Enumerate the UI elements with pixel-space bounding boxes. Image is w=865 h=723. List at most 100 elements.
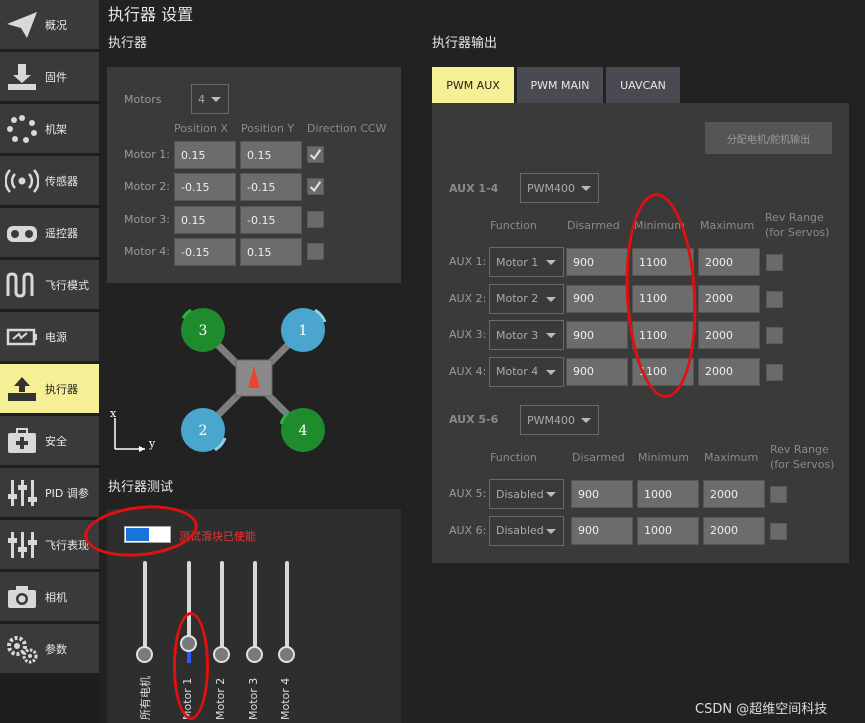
rev-range-checkbox[interactable]	[766, 254, 783, 271]
tab-pwm-aux[interactable]: PWM AUX	[432, 67, 514, 103]
nav-item-parameters[interactable]: 参数	[0, 624, 99, 673]
rev-range-checkbox[interactable]	[766, 363, 783, 381]
motor-2-x-input[interactable]: -0.15	[174, 173, 236, 201]
axis-y-label: y	[148, 437, 156, 450]
chevron-down-icon	[546, 296, 556, 302]
rev-range-checkbox[interactable]	[770, 522, 787, 540]
motor-2-slider-knob[interactable]	[213, 646, 230, 663]
motor-1-ccw-checkbox[interactable]	[307, 146, 324, 163]
motor-3-slider-knob[interactable]	[246, 646, 263, 663]
rev-range-checkbox[interactable]	[770, 486, 787, 503]
nav-item-flight-modes[interactable]: 飞行模式	[0, 260, 99, 309]
col-minimum: Minimum	[638, 451, 689, 464]
rev-range-checkbox[interactable]	[766, 290, 783, 308]
disarmed-input[interactable]: 900	[566, 321, 628, 349]
motor-row-label: Motor 4:	[124, 245, 170, 258]
motor-1-y-input[interactable]: 0.15	[240, 141, 302, 169]
rev-range-checkbox[interactable]	[766, 327, 783, 344]
maximum-input[interactable]: 2000	[698, 357, 760, 386]
aux-1-4-protocol-select[interactable]: PWM400	[520, 173, 599, 203]
actuator-geometry-panel: Motors 4 Position X Position Y Direction…	[107, 67, 401, 283]
function-value: Motor 1	[496, 255, 539, 269]
disarmed-input[interactable]: 900	[566, 284, 628, 313]
motor-3-ccw-checkbox[interactable]	[307, 211, 324, 228]
all-motors-slider[interactable]	[143, 561, 147, 653]
nav-item-pid-tuning[interactable]: PID 调参	[0, 468, 99, 517]
axis-x-label: x	[110, 407, 117, 420]
chevron-down-icon	[581, 186, 591, 191]
motors-label: Motors	[124, 93, 162, 106]
nav-item-flight-behavior[interactable]: 飞行表现	[0, 520, 99, 569]
motor-2-label: 2	[199, 423, 208, 439]
nav-item-airframe[interactable]: 机架	[0, 104, 99, 153]
annotation-circle-motor1	[173, 612, 209, 720]
function-value: Motor 4	[496, 365, 539, 378]
disarmed-input[interactable]: 900	[566, 248, 628, 276]
assign-outputs-button[interactable]: 分配电机/舵机输出	[705, 122, 832, 154]
maximum-input[interactable]: 2000	[698, 321, 760, 349]
disarmed-input[interactable]: 900	[571, 480, 633, 508]
nav-label: 遥控器	[45, 226, 78, 240]
nav-label: 传感器	[45, 174, 78, 188]
nav-item-sensors[interactable]: 传感器	[0, 156, 99, 205]
function-select[interactable]: Motor 3	[489, 320, 564, 350]
tab-uavcan[interactable]: UAVCAN	[606, 67, 680, 103]
motor-4-slider[interactable]	[285, 561, 289, 653]
sidebar: 概况 固件 机架 传感器 遥控器 飞行模式 电源 执行器 安全 PID 调参 飞…	[0, 0, 100, 723]
motor-4-ccw-checkbox[interactable]	[307, 243, 324, 260]
app-window: 概况 固件 机架 传感器 遥控器 飞行模式 电源 执行器 安全 PID 调参 飞…	[0, 0, 865, 723]
nav-label: 执行器	[45, 382, 78, 396]
col-function: Function	[490, 219, 537, 232]
nav-item-firmware[interactable]: 固件	[0, 52, 99, 101]
chevron-down-icon	[546, 369, 556, 375]
motor-4-slider-knob[interactable]	[278, 646, 295, 663]
motors-count-select[interactable]: 4	[191, 84, 229, 114]
motor-1-x-input[interactable]: 0.15	[174, 141, 236, 169]
disarmed-input[interactable]: 900	[566, 357, 628, 386]
function-select[interactable]: Motor 4	[489, 356, 564, 387]
col-position-x: Position X	[174, 122, 228, 135]
gears-icon	[2, 629, 42, 669]
motor-3-x-input[interactable]: 0.15	[174, 206, 236, 234]
tab-pwm-main[interactable]: PWM MAIN	[517, 67, 603, 103]
disarmed-input[interactable]: 900	[571, 516, 633, 545]
nav-item-radio[interactable]: 遥控器	[0, 208, 99, 257]
nav-item-camera[interactable]: 相机	[0, 572, 99, 621]
motor-row-label: Motor 1:	[124, 148, 170, 161]
protocol-value: PWM400	[527, 413, 575, 427]
motor-row-label: Motor 2:	[124, 180, 170, 193]
nav-label: 固件	[45, 70, 67, 84]
maximum-input[interactable]: 2000	[698, 284, 760, 313]
slider-label: 所有电机	[139, 676, 152, 720]
nav-item-overview[interactable]: 概况	[0, 0, 99, 49]
motor-2-y-input[interactable]: -0.15	[240, 173, 302, 201]
motor-4-x-input[interactable]: -0.15	[174, 238, 236, 266]
maximum-input[interactable]: 2000	[703, 516, 765, 545]
motor-2-slider[interactable]	[220, 561, 224, 653]
function-select[interactable]: Disabled	[489, 515, 564, 546]
motor-3-slider[interactable]	[253, 561, 257, 653]
checkmark-icon	[309, 181, 322, 193]
aux-row-label: AUX 6:	[449, 523, 487, 537]
aux-5-6-protocol-select[interactable]: PWM400	[520, 405, 599, 435]
function-select[interactable]: Disabled	[489, 479, 564, 509]
watermark: CSDN @超维空间科技	[695, 702, 828, 717]
motor-3-y-input[interactable]: -0.15	[240, 206, 302, 234]
nav-item-actuators[interactable]: 执行器	[0, 364, 99, 413]
motor-4-y-input[interactable]: 0.15	[240, 238, 302, 266]
minimum-input[interactable]: 1000	[637, 480, 699, 508]
all-motors-slider-knob[interactable]	[136, 646, 153, 663]
maximum-input[interactable]: 2000	[698, 248, 760, 276]
minimum-input[interactable]: 1000	[637, 516, 699, 545]
motor-2-ccw-checkbox[interactable]	[307, 178, 324, 195]
nav-item-power[interactable]: 电源	[0, 312, 99, 361]
slider-label: Motor 4	[279, 677, 292, 720]
nav-label: 飞行模式	[45, 278, 89, 292]
function-select[interactable]: Motor 2	[489, 283, 564, 314]
maximum-input[interactable]: 2000	[703, 480, 765, 508]
function-select[interactable]: Motor 1	[489, 247, 564, 277]
aux-row-label: AUX 5:	[449, 487, 487, 500]
col-maximum: Maximum	[704, 451, 759, 464]
nav-item-safety[interactable]: 安全	[0, 416, 99, 465]
gamepad-icon	[2, 213, 42, 253]
